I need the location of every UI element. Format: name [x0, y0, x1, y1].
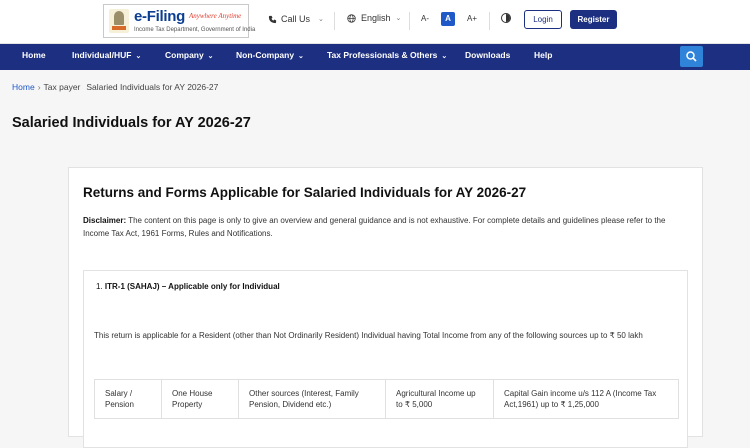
- breadcrumb-section[interactable]: Tax payer: [44, 82, 81, 92]
- national-emblem-icon: [109, 9, 129, 33]
- chevron-right-icon: ›: [37, 82, 41, 92]
- page-title: Salaried Individuals for AY 2026-27: [12, 115, 251, 131]
- disclaimer: Disclaimer: The content on this page is …: [83, 214, 688, 240]
- income-source-cell: Capital Gain income u/s 112 A (Income Ta…: [504, 389, 657, 409]
- phone-icon: [268, 15, 277, 23]
- income-sources-table: Salary / Pension One House Property Othe…: [94, 379, 679, 419]
- itr1-accordion-body: This return is applicable for a Resident…: [83, 318, 688, 448]
- disclaimer-text: The content on this page is only to give…: [83, 216, 666, 238]
- nav-label: Non-Company: [236, 50, 295, 60]
- chevron-down-icon: ⌄: [318, 16, 324, 23]
- itr1-number: 1.: [96, 282, 103, 291]
- main-nav: Home Individual/HUF ⌄ Company ⌄ Non-Comp…: [0, 44, 750, 70]
- nav-label: Downloads: [465, 50, 511, 60]
- itr1-accordion-header[interactable]: 1. ITR-1 (SAHAJ) – Applicable only for I…: [83, 270, 688, 319]
- nav-label: Tax Professionals & Others: [327, 50, 438, 60]
- breadcrumb-home-link[interactable]: Home: [12, 82, 35, 92]
- language-selector[interactable]: English ⌄: [347, 13, 401, 23]
- income-source-cell: One House Property: [162, 380, 239, 418]
- logo-brand: e-Filing: [134, 8, 185, 25]
- chevron-down-icon: ⌄: [133, 53, 142, 60]
- search-icon: [686, 51, 697, 62]
- nav-label: Individual/HUF: [72, 50, 132, 60]
- call-us-label: Call Us: [281, 14, 311, 24]
- income-source-cell: Agricultural Income up to ₹ 5,000: [386, 380, 494, 418]
- breadcrumb-current: Salaried Individuals for AY 2026-27: [86, 82, 219, 92]
- top-header: e-Filing Anywhere Anytime Income Tax Dep…: [0, 0, 750, 44]
- chevron-down-icon: ⌄: [296, 53, 304, 60]
- section-heading: Returns and Forms Applicable for Salarie…: [83, 185, 527, 200]
- divider: [409, 12, 410, 30]
- register-button[interactable]: Register: [570, 10, 617, 29]
- logo-subtitle: Income Tax Department, Government of Ind…: [134, 27, 256, 33]
- globe-icon: [347, 13, 356, 23]
- disclaimer-label: Disclaimer:: [83, 216, 127, 225]
- nav-item-downloads[interactable]: Downloads: [465, 44, 510, 70]
- income-source-cell: Salary / Pension: [95, 380, 162, 418]
- font-normal-button[interactable]: A: [441, 12, 455, 26]
- login-button[interactable]: Login: [524, 10, 562, 29]
- font-increase-button[interactable]: A+: [465, 12, 479, 26]
- nav-item-home[interactable]: Home: [22, 44, 46, 70]
- chevron-down-icon: ⌄: [205, 53, 214, 60]
- nav-label: Company: [165, 50, 204, 60]
- itr1-title: 1. ITR-1 (SAHAJ) – Applicable only for I…: [96, 282, 280, 291]
- contrast-icon[interactable]: [501, 13, 511, 23]
- nav-label: Home: [22, 50, 46, 60]
- divider: [489, 12, 490, 30]
- content-card: Returns and Forms Applicable for Salarie…: [68, 167, 703, 448]
- nav-item-tax-professionals[interactable]: Tax Professionals & Others ⌄: [327, 44, 447, 70]
- font-decrease-button[interactable]: A-: [418, 12, 432, 26]
- nav-label: Help: [534, 50, 553, 60]
- divider: [334, 12, 335, 30]
- breadcrumb: Home › Tax payer Salaried Individuals for A…: [12, 82, 218, 92]
- itr1-description: This return is applicable for a Resident…: [94, 331, 643, 340]
- chevron-down-icon: ⌄: [395, 15, 402, 22]
- search-button[interactable]: [680, 46, 703, 67]
- nav-item-non-company[interactable]: Non-Company ⌄: [236, 44, 304, 70]
- language-label: English: [361, 13, 391, 23]
- chevron-down-icon: ⌄: [439, 53, 448, 60]
- income-source-cell: Other sources (Interest, Family Pension,…: [239, 380, 386, 418]
- call-us-menu[interactable]: Call Us ⌄: [268, 14, 324, 24]
- nav-item-help[interactable]: Help: [534, 44, 552, 70]
- itr1-title-text: ITR-1 (SAHAJ) – Applicable only for Indi…: [104, 282, 280, 291]
- nav-item-individual-huf[interactable]: Individual/HUF ⌄: [72, 44, 141, 70]
- nav-item-company[interactable]: Company ⌄: [165, 44, 214, 70]
- efiling-logo[interactable]: e-Filing Anywhere Anytime Income Tax Dep…: [103, 4, 255, 38]
- logo-tagline: Anywhere Anytime: [189, 12, 242, 20]
